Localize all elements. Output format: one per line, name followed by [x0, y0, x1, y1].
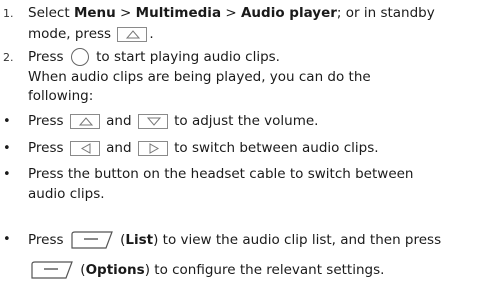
separator: > [115, 5, 136, 21]
bullet-text: Press [28, 232, 68, 248]
bullet-text: Press [28, 113, 68, 129]
manual-page: 1. Select Menu > Multimedia > Audio play… [0, 0, 496, 308]
step-text: ; or in standby [336, 5, 435, 21]
soft-key-icon [30, 260, 74, 280]
bullet-text: audio clips. [28, 186, 105, 202]
step-text: Select [28, 5, 74, 21]
bullet-text: ) to view the audio clip list, and then … [153, 232, 442, 248]
multimedia-label: Multimedia [135, 5, 222, 21]
list-label: List [125, 232, 154, 248]
separator: > [221, 5, 241, 21]
step-text: to start playing audio clips. [91, 49, 280, 65]
bullet-text: and [101, 140, 136, 156]
bullet-text: Press [28, 140, 68, 156]
up-arrow-key-icon [117, 26, 148, 42]
step-text: mode, press [28, 26, 116, 42]
bullet-symbol: • [3, 167, 11, 182]
up-arrow-key-icon [69, 113, 100, 129]
bullet-symbol: • [3, 232, 11, 247]
bullet-text: to adjust the volume. [169, 113, 319, 129]
bullet-symbol: • [3, 114, 11, 129]
bullet-text: ) to configure the relevant settings. [144, 262, 385, 278]
step-text: following: [28, 88, 94, 104]
step-number: 1. [3, 7, 14, 20]
bullet-text: Press the button on the headset cable to… [28, 166, 414, 182]
bullet-text: ( [76, 262, 86, 278]
bullet-text: to switch between audio clips. [169, 140, 379, 156]
bullet-text: ( [115, 232, 126, 248]
bullet-symbol: • [3, 141, 11, 156]
audio-player-label: Audio player [240, 5, 337, 21]
step-number: 2. [3, 51, 14, 64]
step-text: When audio clips are being played, you c… [28, 69, 371, 85]
left-arrow-key-icon [69, 140, 100, 156]
ok-key-icon [70, 48, 89, 66]
options-label: Options [85, 262, 145, 278]
bullet-text: and [101, 113, 136, 129]
step-text: Press [28, 49, 68, 65]
down-arrow-key-icon [137, 113, 168, 129]
right-arrow-key-icon [137, 140, 168, 156]
step-text: . [149, 26, 154, 42]
menu-label: Menu [73, 5, 116, 21]
soft-key-icon [70, 230, 114, 250]
